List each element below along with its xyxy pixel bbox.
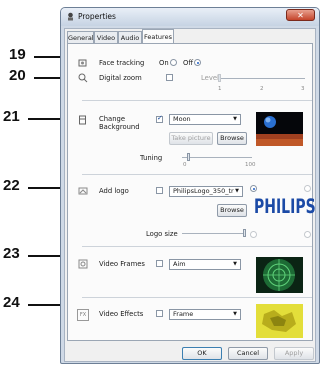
logo-select[interactable]: PhilipsLogo_350_tr ▼ — [169, 186, 243, 197]
video-frames-label: Video Frames — [99, 260, 145, 268]
logo-position-top-right-radio[interactable] — [304, 185, 311, 192]
frames-preview — [256, 257, 303, 293]
zoom-level-label: Level — [201, 74, 219, 82]
close-button[interactable]: ✕ — [286, 9, 315, 21]
zoom-level-slider[interactable] — [218, 74, 221, 82]
tab-general[interactable]: General — [67, 31, 94, 43]
background-browse-button[interactable]: Browse — [217, 132, 247, 145]
zoom-tick-1: 1 — [218, 86, 222, 92]
callout-19: 19 — [9, 46, 26, 63]
logo-size-label: Logo size — [146, 230, 178, 238]
properties-window: Properties ✕ General Video Audio Feature… — [60, 7, 320, 364]
zoom-tick-3: 3 — [301, 86, 305, 92]
effects-icon: FX — [77, 309, 89, 321]
take-picture-button[interactable]: Take picture — [169, 132, 213, 145]
logo-position-bottom-right-radio[interactable] — [304, 231, 311, 238]
ok-button[interactable]: OK — [182, 347, 222, 360]
add-logo-checkbox[interactable] — [156, 187, 163, 194]
tuning-tick-min: 0 — [183, 162, 187, 168]
tab-features[interactable]: Features — [142, 29, 174, 43]
zoom-icon — [78, 73, 88, 83]
change-background-label: Change Background — [99, 115, 140, 131]
digital-zoom-label: Digital zoom — [99, 74, 142, 82]
effects-preview — [256, 304, 303, 338]
callout-24: 24 — [3, 294, 20, 311]
background-select-value: Moon — [173, 115, 191, 123]
face-tracking-icon — [78, 58, 88, 68]
callout-21: 21 — [3, 108, 20, 125]
background-icon — [78, 115, 88, 125]
effects-select-value: Frame — [173, 310, 194, 318]
frames-icon — [78, 259, 88, 269]
separator-3 — [82, 246, 312, 247]
camera-icon — [66, 12, 75, 21]
change-background-checkbox[interactable] — [156, 114, 163, 123]
zoom-tick-2: 2 — [260, 86, 264, 92]
logo-position-bottom-left-radio[interactable] — [250, 231, 257, 238]
separator-2 — [82, 174, 312, 175]
tuning-tick-max: 100 — [245, 162, 256, 168]
title-bar: Properties ✕ — [61, 8, 319, 26]
effects-select[interactable]: Frame ▼ — [169, 309, 241, 320]
apply-button[interactable]: Apply — [274, 347, 314, 360]
logo-size-track — [182, 233, 246, 234]
tuning-track — [182, 157, 252, 158]
window-title: Properties — [78, 12, 116, 21]
face-tracking-off-label: Off — [183, 59, 194, 67]
face-tracking-on-radio[interactable] — [170, 59, 177, 66]
logo-select-value: PhilipsLogo_350_tr — [173, 187, 234, 195]
frames-select[interactable]: Aim ▼ — [169, 259, 241, 270]
digital-zoom-checkbox[interactable] — [166, 74, 173, 81]
tab-audio[interactable]: Audio — [118, 31, 142, 43]
separator-1 — [82, 100, 312, 101]
tuning-slider[interactable] — [187, 153, 190, 161]
background-preview — [256, 112, 303, 146]
callout-20: 20 — [9, 67, 26, 84]
logo-browse-button[interactable]: Browse — [217, 204, 247, 217]
separator-4 — [82, 297, 312, 298]
add-logo-label: Add logo — [99, 187, 129, 195]
callout-22: 22 — [3, 177, 20, 194]
philips-logo-text: PHILIPS — [254, 196, 316, 219]
features-panel: Face tracking On Off Digital zoom Level … — [67, 43, 316, 341]
cancel-button[interactable]: Cancel — [228, 347, 268, 360]
video-frames-checkbox[interactable] — [156, 260, 163, 267]
logo-preview: PHILIPS — [254, 196, 316, 226]
tuning-label: Tuning — [140, 154, 163, 162]
tab-video[interactable]: Video — [94, 31, 118, 43]
face-tracking-label: Face tracking — [99, 59, 145, 67]
logo-position-top-left-radio[interactable] — [250, 185, 257, 192]
background-select[interactable]: Moon ▼ — [169, 114, 241, 125]
face-tracking-off-radio[interactable] — [194, 59, 201, 66]
change-background-line2: Background — [99, 123, 140, 131]
video-effects-label: Video Effects — [99, 310, 144, 318]
frames-select-value: Aim — [173, 260, 186, 268]
zoom-level-track — [220, 78, 305, 79]
change-background-line1: Change — [99, 115, 126, 123]
logo-size-slider[interactable] — [243, 229, 246, 237]
logo-icon — [78, 186, 88, 196]
video-effects-checkbox[interactable] — [156, 310, 163, 317]
callout-23: 23 — [3, 245, 20, 262]
face-tracking-on-label: On — [159, 59, 169, 67]
